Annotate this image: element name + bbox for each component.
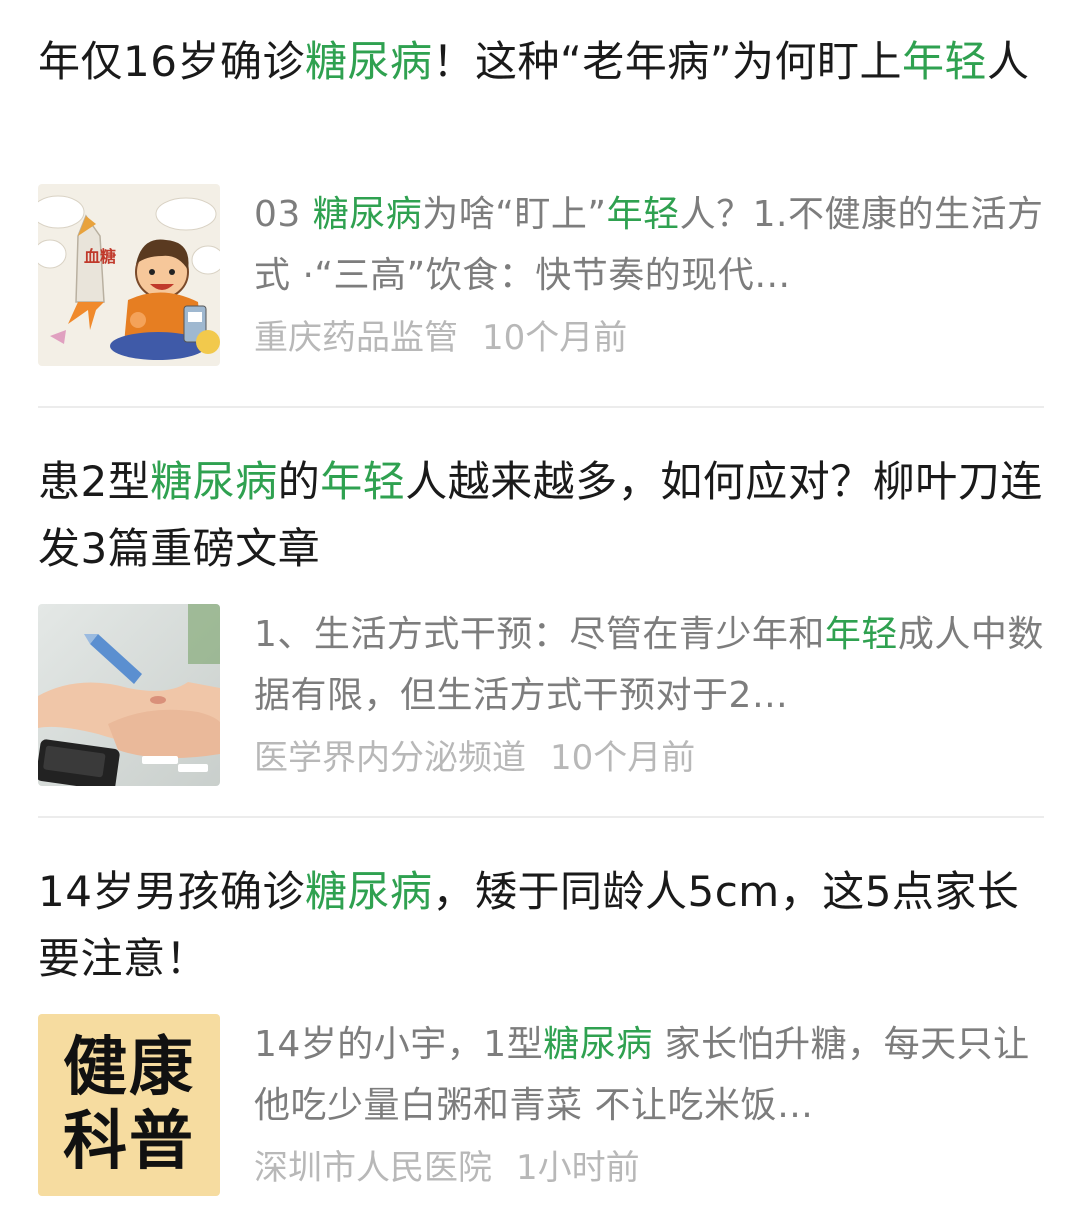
divider [38, 406, 1044, 408]
title-part: 患2型 [38, 457, 151, 506]
result-thumbnail[interactable]: 血糖 [38, 184, 220, 366]
title-part: 年仅16岁确诊 [38, 37, 305, 86]
title-part: 的 [277, 457, 321, 506]
badge-line-2: 科普 [63, 1105, 195, 1179]
result-item[interactable]: 14岁男孩确诊糖尿病，矮于同龄人5cm，这5点家长要注意！ 健康 科普 14岁的… [38, 858, 1044, 1196]
result-thumbnail[interactable] [38, 604, 220, 786]
snippet-keyword: 糖尿病 [312, 194, 423, 235]
title-part: 14岁男孩确诊 [38, 867, 305, 916]
title-keyword: 糖尿病 [304, 867, 433, 916]
snippet-part: 为啥“盯上” [422, 194, 607, 235]
title-part: 人 [987, 37, 1030, 86]
result-body: 1、生活方式干预：尽管在青少年和年轻成人中数据有限，但生活方式干预对于2… 医学… [38, 604, 1044, 788]
result-body: 健康 科普 14岁的小宇，1型糖尿病 家长怕升糖，每天只让他吃少量白粥和青菜 不… [38, 1014, 1044, 1198]
result-snippet[interactable]: 14岁的小宇，1型糖尿病 家长怕升糖，每天只让他吃少量白粥和青菜 不让吃米饭… [254, 1014, 1044, 1136]
result-meta: 重庆药品监管 10个月前 [254, 316, 1044, 360]
title-keyword: 年轻 [902, 37, 988, 86]
snippet-part: 14岁的小宇，1型 [254, 1024, 544, 1065]
divider [38, 816, 1044, 818]
result-item[interactable]: 患2型糖尿病的年轻人越来越多，如何应对？柳叶刀连发3篇重磅文章 1、生活方式干预… [38, 448, 1044, 786]
snippet-part: 03 [254, 194, 313, 235]
result-snippet[interactable]: 03 糖尿病为啥“盯上”年轻人？1.不健康的生活方式 ·“三高”饮食：快节奏的现… [254, 184, 1044, 306]
result-source[interactable]: 医学界内分泌频道 [254, 738, 526, 778]
title-keyword: 年轻 [320, 457, 406, 506]
health-science-badge-icon: 健康 科普 [38, 1014, 220, 1196]
cartoon-blood-sugar-illustration-icon: 血糖 [38, 184, 220, 366]
result-text: 1、生活方式干预：尽管在青少年和年轻成人中数据有限，但生活方式干预对于2… 医学… [254, 604, 1044, 780]
search-results-feed: 年仅16岁确诊糖尿病！这种“老年病”为何盯上年轻人 血糖 03 糖尿病为啥“盯上… [0, 0, 1080, 1222]
snippet-keyword: 年轻 [824, 614, 898, 655]
result-snippet[interactable]: 1、生活方式干预：尽管在青少年和年轻成人中数据有限，但生活方式干预对于2… [254, 604, 1044, 726]
result-time: 1小时前 [516, 1148, 640, 1188]
result-text: 14岁的小宇，1型糖尿病 家长怕升糖，每天只让他吃少量白粥和青菜 不让吃米饭… … [254, 1014, 1044, 1190]
result-title[interactable]: 14岁男孩确诊糖尿病，矮于同龄人5cm，这5点家长要注意！ [38, 858, 1044, 992]
result-thumbnail[interactable]: 健康 科普 [38, 1014, 220, 1196]
thumbnail-text-1: 血糖 [84, 247, 116, 266]
title-part: ！这种“老年病”为何盯上 [432, 37, 902, 86]
title-keyword: 糖尿病 [304, 37, 433, 86]
result-time: 10个月前 [550, 738, 696, 778]
snippet-keyword: 糖尿病 [543, 1024, 653, 1065]
result-body: 血糖 03 糖尿病为啥“盯上”年轻人？1.不健康的生活方式 ·“三高”饮食：快节… [38, 184, 1044, 368]
result-item[interactable]: 年仅16岁确诊糖尿病！这种“老年病”为何盯上年轻人 血糖 03 糖尿病为啥“盯上… [38, 28, 1044, 366]
title-keyword: 糖尿病 [150, 457, 278, 506]
badge-line-1: 健康 [63, 1031, 195, 1105]
result-text: 03 糖尿病为啥“盯上”年轻人？1.不健康的生活方式 ·“三高”饮食：快节奏的现… [254, 184, 1044, 360]
result-title[interactable]: 年仅16岁确诊糖尿病！这种“老年病”为何盯上年轻人 [38, 28, 1044, 162]
snippet-part: 1、生活方式干预：尽管在青少年和 [254, 614, 825, 655]
result-source[interactable]: 深圳市人民医院 [254, 1148, 492, 1188]
result-title[interactable]: 患2型糖尿病的年轻人越来越多，如何应对？柳叶刀连发3篇重磅文章 [38, 448, 1044, 582]
snippet-keyword: 年轻 [606, 194, 680, 235]
result-source[interactable]: 重庆药品监管 [254, 318, 458, 358]
result-meta: 医学界内分泌频道 10个月前 [254, 736, 1044, 780]
result-meta: 深圳市人民医院 1小时前 [254, 1146, 1044, 1190]
glucose-test-photo-icon [38, 604, 220, 786]
result-time: 10个月前 [482, 318, 628, 358]
